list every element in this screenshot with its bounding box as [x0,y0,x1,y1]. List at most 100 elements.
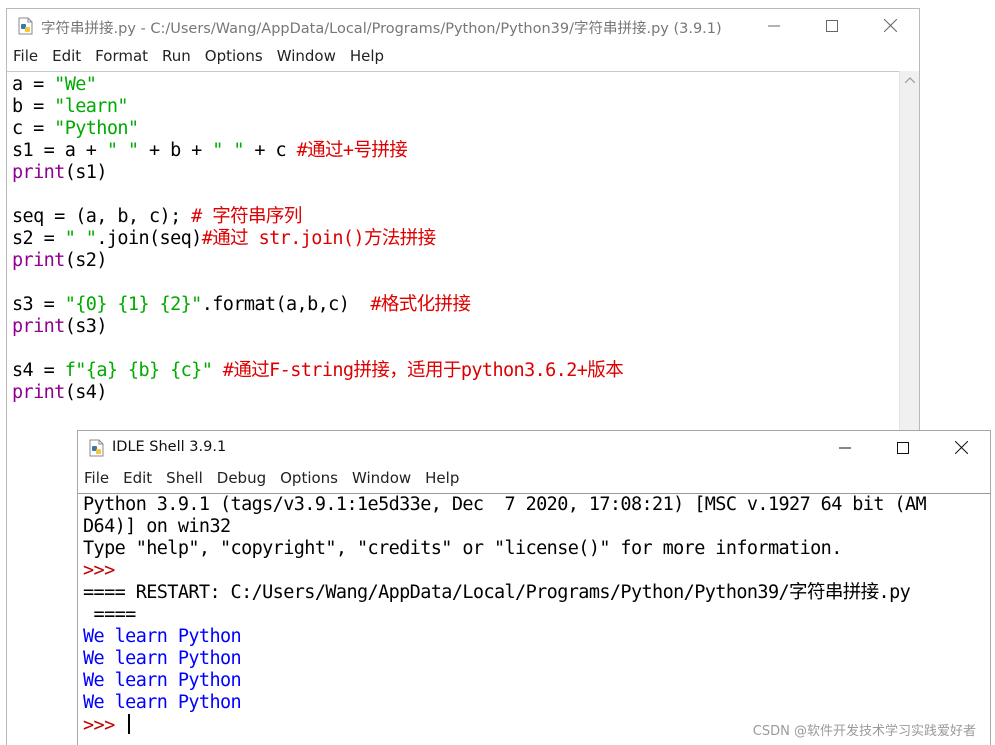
code-line: s3 = "{0} {1} {2}".format(a,b,c) #格式化拼接 [12,294,623,316]
code-line: s2 = " ".join(seq)#通过 str.join()方法拼接 [12,228,623,250]
minimize-button[interactable] [745,9,803,42]
code-token-string: " " [106,140,139,161]
code-token-string: " " [212,140,244,161]
code-line: c = "Python" [12,118,623,140]
code-token-string: "Python" [54,118,139,139]
code-token-output: We learn Python [83,670,242,691]
shell-line: We learn Python [83,626,926,648]
code-token-plain: s4 = [12,360,65,381]
shell-line: We learn Python [83,670,926,692]
menu-format[interactable]: Format [88,47,155,65]
code-token-keyword: print [12,162,65,183]
code-token-output: We learn Python [83,648,242,669]
editor-titlebar[interactable]: 字符串拼接.py - C:/Users/Wang/AppData/Local/P… [7,9,919,42]
shell-window: IDLE Shell 3.9.1 File Edit Shell Debug O… [77,430,991,745]
minimize-icon [839,447,851,448]
code-line: print(s1) [12,162,623,184]
menu-file[interactable]: File [7,47,45,65]
code-token-plain: s2 = [12,228,65,249]
code-token-plain: ==== [83,604,137,625]
code-token-comment: #通过 str.join()方法拼接 [201,228,436,249]
code-token-keyword: print [12,316,65,337]
code-line: s1 = a + " " + b + " " + c #通过+号拼接 [12,140,623,162]
close-button[interactable] [861,9,919,42]
menu-window[interactable]: Window [345,469,418,487]
code-token-string: "{0} {1} {2}" [64,294,203,315]
code-token-plain: a = [12,74,55,95]
watermark: CSDN @软件开发技术学习实践爱好者 [752,724,976,739]
menu-options[interactable]: Options [198,47,270,65]
minimize-icon [768,25,780,26]
code-token-string: " " [64,228,97,249]
code-token-prompt: >>> [83,560,115,581]
code-token-output: We learn Python [83,692,242,713]
code-token-plain: .format(a,b,c) [201,294,371,315]
editor-menubar: File Edit Format Run Options Window Help [7,44,919,68]
shell-line: ==== [83,604,926,626]
maximize-button[interactable] [874,431,932,464]
code-token-comment: #格式化拼接 [370,294,471,315]
code-token-output: We learn Python [83,626,242,647]
menu-edit[interactable]: Edit [116,469,159,487]
shell-line: ==== RESTART: C:/Users/Wang/AppData/Loca… [83,582,926,604]
shell-output-area[interactable]: Python 3.9.1 (tags/v3.9.1:1e5d33e, Dec 7… [78,493,990,745]
shell-line: Python 3.9.1 (tags/v3.9.1:1e5d33e, Dec 7… [83,494,927,516]
code-line: s4 = f"{a} {b} {c}" #通过F-string拼接，适用于pyt… [12,360,624,382]
code-token-comment: # 字符串序列 [191,206,302,227]
code-token-plain: seq = (a, b, c); [12,206,192,227]
code-token-plain: s1 = a + [12,140,107,161]
code-token-string: "learn" [54,96,128,117]
menu-options[interactable]: Options [273,469,345,487]
code-token-plain: b = [12,96,55,117]
shell-line: D64)] on win32 [83,516,926,538]
maximize-button[interactable] [803,9,861,42]
menu-shell[interactable]: Shell [159,469,210,487]
close-icon [883,19,897,32]
menu-help[interactable]: Help [343,47,391,65]
text-cursor [128,714,131,734]
code-token-plain: (s3) [64,316,108,337]
code-token-plain: Type "help", "copyright", "credits" or "… [83,538,842,559]
code-line: print(s4) [12,382,623,404]
code-token-plain: + b + [138,140,213,161]
shell-line: Type "help", "copyright", "credits" or "… [83,538,926,560]
menu-run[interactable]: Run [155,47,198,65]
code-token-plain: (s1) [64,162,108,183]
shell-title: IDLE Shell 3.9.1 [112,439,227,455]
code-text: a = "We" b = "learn" c = "Python" s1 = a + … [12,74,624,404]
menu-window[interactable]: Window [270,47,343,65]
shell-line: We learn Python [83,692,926,714]
code-token-prompt: >>> [83,715,126,736]
minimize-button[interactable] [816,431,874,464]
code-token-plain: c = [12,118,55,139]
editor-title: 字符串拼接.py - C:/Users/Wang/AppData/Local/P… [41,21,722,37]
code-token-keyword: print [12,250,65,271]
menu-edit[interactable]: Edit [45,47,88,65]
menu-file[interactable]: File [78,469,116,487]
code-token-plain: s3 = [12,294,65,315]
code-line: a = "We" [12,74,623,96]
python-file-icon [17,17,35,35]
code-line: print(s2) [12,250,623,272]
code-line: seq = (a, b, c); # 字符串序列 [12,206,623,228]
maximize-icon [897,441,909,454]
scroll-up-arrow-icon[interactable] [900,71,919,89]
shell-line: We learn Python [83,648,926,670]
shell-menubar: File Edit Shell Debug Options Window Hel… [78,466,990,490]
menu-help[interactable]: Help [418,469,466,487]
code-token-plain: + c [243,140,297,161]
code-token-comment: #通过F-string拼接，适用于python3.6.2+版本 [222,360,624,381]
shell-titlebar[interactable]: IDLE Shell 3.9.1 [78,431,990,464]
menu-debug[interactable]: Debug [210,469,273,487]
code-token-plain: (s4) [64,382,108,403]
close-button[interactable] [932,431,990,464]
code-line: print(s3) [12,316,623,338]
shell-text: Python 3.9.1 (tags/v3.9.1:1e5d33e, Dec 7… [83,494,927,736]
code-token-plain: .join(seq) [96,228,202,249]
code-token-plain: (s2) [64,250,108,271]
code-token-plain: D64)] on win32 [83,516,231,537]
